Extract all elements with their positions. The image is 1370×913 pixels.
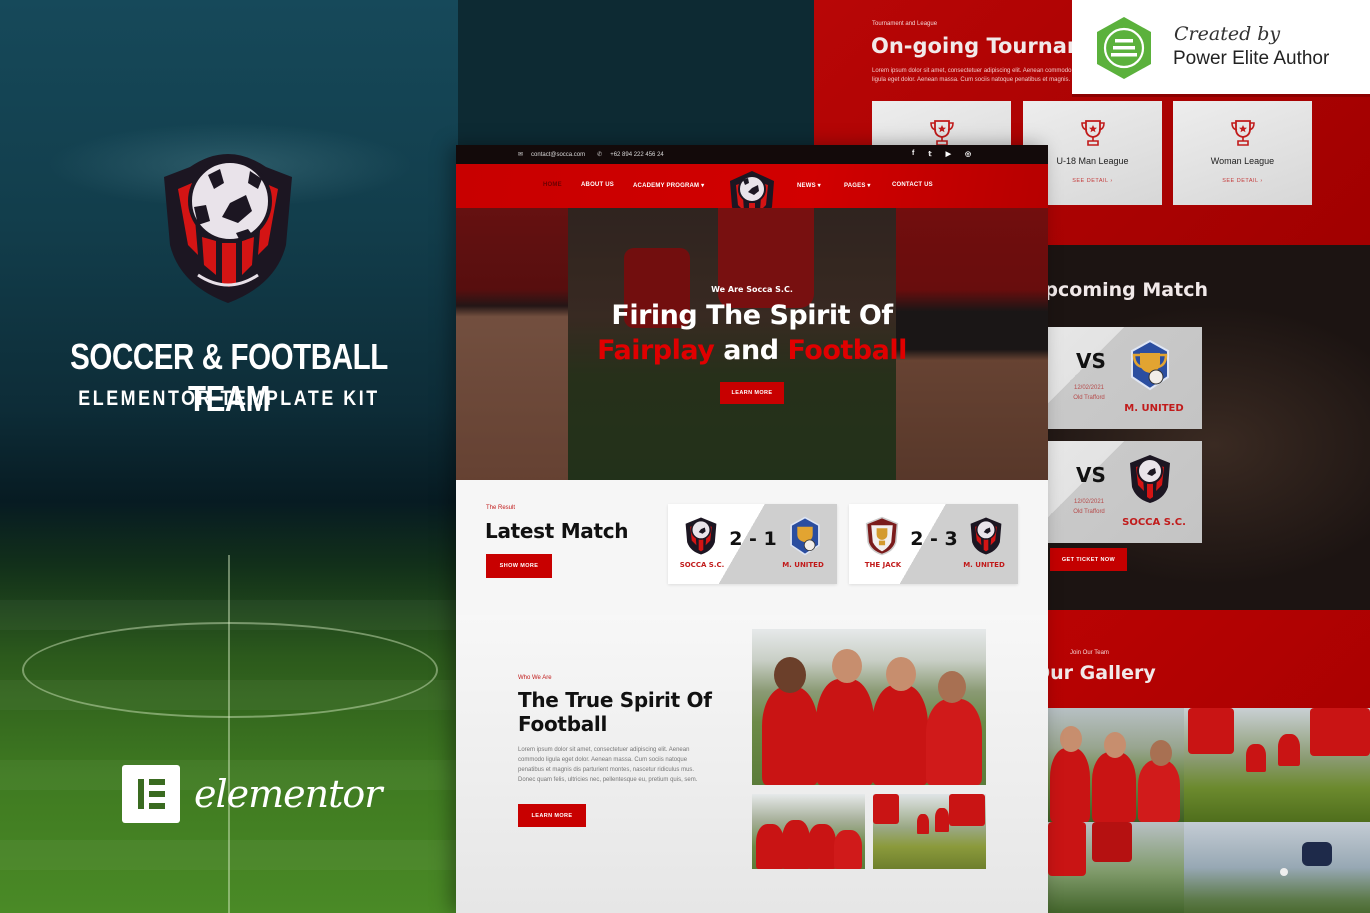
team-photo-small[interactable] (752, 794, 865, 869)
instagram-icon[interactable]: ◎ (965, 150, 971, 158)
trophy-crest-icon (1131, 339, 1169, 391)
match-date-venue: 12/02/2021 Old Trafford (1064, 497, 1114, 517)
about-eyebrow: Who We Are (518, 675, 552, 681)
soccer-shield-crest-icon (1130, 455, 1170, 503)
socca-crest-icon (685, 517, 717, 555)
latest-title: Latest Match (485, 519, 629, 543)
away-team: M. UNITED (782, 561, 824, 569)
nav-news[interactable]: NEWS ▾ (797, 182, 821, 189)
trophy-crest-icon (790, 516, 820, 556)
away-team: M. UNITED (963, 561, 1005, 569)
author-level: Power Elite Author (1173, 48, 1330, 69)
gallery-title: Our Gallery (1034, 662, 1156, 684)
elementor-icon (122, 765, 180, 823)
nav-contact-us[interactable]: CONTACT US (892, 182, 933, 188)
contact-phone[interactable]: +62 894 222 456 24 (610, 152, 664, 158)
see-detail-link[interactable]: SEE DETAIL › (1173, 178, 1312, 184)
elementor-logo: elementor (122, 765, 382, 823)
author-badge: Created by Power Elite Author (1072, 0, 1370, 97)
envato-elite-hexagon-icon (1097, 17, 1151, 79)
team-name: SOCCA S.C. (1122, 517, 1186, 528)
home-team: SOCCA S.C. (679, 561, 725, 569)
match-venue: Old Trafford (1073, 395, 1105, 401)
hero-highlight-football: Football (787, 335, 907, 366)
gallery-photo-team[interactable] (1048, 708, 1184, 822)
gallery-photo-training[interactable] (1184, 708, 1370, 822)
vs-label: VS (1076, 463, 1106, 487)
about-section: Who We Are The True Spirit Of Football L… (456, 615, 1048, 913)
jack-crest-icon (865, 516, 899, 556)
elementor-wordmark: elementor (194, 772, 382, 816)
promo-panel: SOCCER & FOOTBALL TEAM ELEMENTOR TEMPLAT… (0, 0, 458, 913)
trophy-icon (930, 120, 954, 146)
match-venue: Old Trafford (1073, 509, 1105, 515)
tournament-name: Woman League (1210, 156, 1275, 166)
gallery-eyebrow: Join Our Team (1070, 650, 1109, 656)
latest-match-section: The Result Latest Match SHOW MORE 2 - 1 … (456, 480, 1048, 615)
get-ticket-button[interactable]: GET TICKET NOW (1050, 548, 1127, 571)
match-date: 12/02/2021 (1073, 499, 1105, 505)
pitch-halfway-line (228, 555, 230, 913)
match-score: 2 - 3 (910, 528, 958, 550)
nav-academy-program[interactable]: ACADEMY PROGRAM ▾ (633, 182, 704, 189)
twitter-icon[interactable]: 𝕥 (928, 150, 931, 158)
youtube-icon[interactable]: ▶ (946, 150, 951, 158)
gallery-photo-kick[interactable] (1184, 822, 1370, 913)
hero-learn-more-button[interactable]: LEARN MORE (720, 382, 784, 404)
kit-subtitle: ELEMENTOR TEMPLATE KIT (78, 387, 380, 410)
phone-icon: ✆ (597, 152, 603, 158)
social-links: f 𝕥 ▶ ◎ (912, 150, 971, 158)
hero-highlight-fairplay: Fairplay (597, 335, 715, 366)
match-date-venue: 12/02/2021 Old Trafford (1064, 383, 1114, 403)
about-description: Lorem ipsum dolor sit amet, consectetuer… (518, 747, 698, 783)
match-score: 2 - 1 (729, 528, 777, 550)
nav-home[interactable]: HOME (543, 182, 562, 188)
contact-email[interactable]: contact@socca.com (531, 152, 585, 158)
home-team: THE JACK (864, 561, 902, 569)
about-title: The True Spirit Of Football (518, 688, 712, 736)
training-photo-small[interactable] (873, 794, 986, 869)
trophy-icon (1231, 120, 1255, 146)
show-more-button[interactable]: SHOW MORE (486, 554, 552, 578)
team-photo-main[interactable] (752, 629, 986, 785)
tournament-eyebrow: Tournament and League (872, 21, 938, 27)
website-preview: ✉ contact@socca.com ✆ +62 894 222 456 24… (456, 145, 1048, 913)
soccer-shield-crest-icon (164, 154, 292, 303)
match-result-card[interactable]: 2 - 1 SOCCA S.C. M. UNITED (668, 504, 837, 584)
hero-heading-line2: Fairplay and Football (456, 335, 1048, 366)
facebook-icon[interactable]: f (912, 150, 914, 158)
match-date: 12/02/2021 (1073, 385, 1105, 391)
tournament-card[interactable]: Woman League SEE DETAIL › (1173, 101, 1312, 205)
hero-kicker: We Are Socca S.C. (711, 285, 793, 294)
team-name: M. UNITED (1124, 403, 1184, 414)
tournament-description: Lorem ipsum dolor sit amet, consectetuer… (872, 68, 1072, 83)
pitch-center-circle (22, 622, 438, 718)
top-bar: ✉ contact@socca.com ✆ +62 894 222 456 24… (456, 145, 1048, 164)
hero-section: We Are Socca S.C. Firing The Spirit Of F… (456, 208, 1048, 480)
socca-crest-icon (970, 517, 1002, 555)
contact-info: ✉ contact@socca.com ✆ +62 894 222 456 24 (518, 151, 664, 159)
latest-eyebrow: The Result (486, 505, 516, 511)
created-by-label: Created by (1174, 23, 1281, 45)
about-learn-more-button[interactable]: LEARN MORE (518, 804, 586, 827)
match-result-card[interactable]: 2 - 3 THE JACK M. UNITED (849, 504, 1018, 584)
gallery-photo-match[interactable] (1048, 822, 1184, 913)
hero-heading-line1: Firing The Spirit Of (611, 300, 893, 331)
trophy-icon (1081, 120, 1105, 146)
hero-and: and (714, 335, 788, 366)
nav-about-us[interactable]: ABOUT US (581, 182, 614, 188)
upcoming-title: Upcoming Match (1029, 279, 1208, 301)
nav-pages[interactable]: PAGES ▾ (844, 182, 871, 189)
vs-label: VS (1076, 349, 1106, 373)
mail-icon: ✉ (518, 152, 524, 158)
